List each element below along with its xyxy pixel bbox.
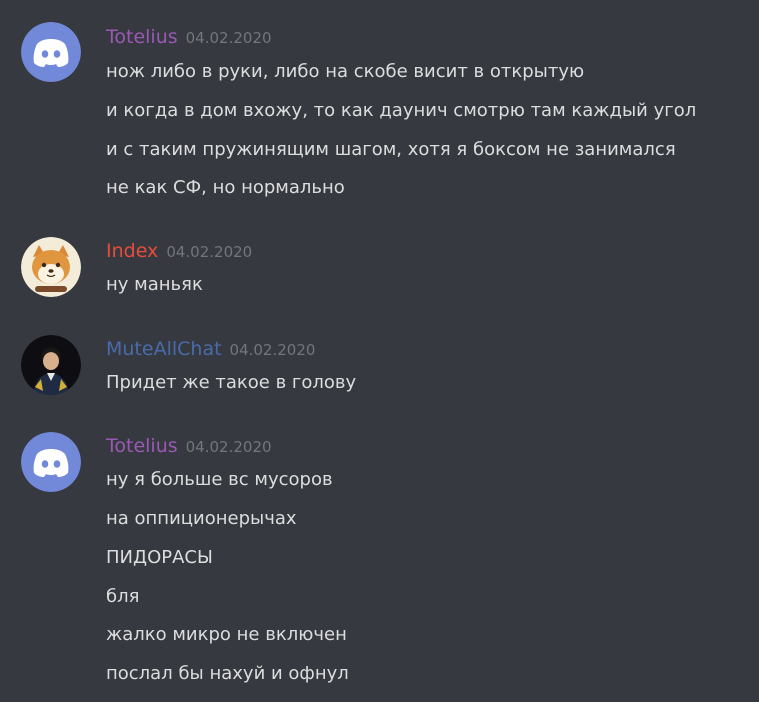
message-header: Totelius 04.02.2020 [106,435,272,461]
timestamp: 04.02.2020 [185,438,272,456]
message-header: Totelius 04.02.2020 [106,26,272,52]
message-text: и с таким пружинящим шагом, хотя я боксо… [106,139,676,160]
message-text: ПИДОРАСЫ [106,547,213,568]
message-text: Придет же такое в голову [106,372,357,393]
message-text: на оппиционерычах [106,508,297,529]
timestamp: 04.02.2020 [229,341,316,359]
username[interactable]: Totelius [106,26,178,48]
message-text: бля [106,586,140,607]
message-text: ну я больше вс мусоров [106,469,333,490]
timestamp: 04.02.2020 [185,29,272,47]
message-text: ну маньяк [106,274,203,295]
person-avatar-icon[interactable] [21,335,81,395]
username[interactable]: Totelius [106,435,178,457]
discord-default-avatar-icon[interactable] [21,432,81,492]
discord-default-avatar-icon[interactable] [21,22,81,82]
username[interactable]: Index [106,240,158,262]
timestamp: 04.02.2020 [166,243,253,261]
message-header: Index 04.02.2020 [106,240,252,266]
shiba-avatar-icon[interactable] [21,237,81,297]
message-text: не как СФ, но нормально [106,177,345,198]
username[interactable]: MuteAllChat [106,338,222,360]
message-text: нож либо в руки, либо на скобе висит в о… [106,61,585,82]
message-header: MuteAllChat 04.02.2020 [106,338,315,364]
chat-message-list: Totelius 04.02.2020 нож либо в руки, либо… [0,0,759,702]
message-text: жалко микро не включен [106,624,347,645]
message-text: послал бы нахуй и офнул [106,663,349,684]
message-text: и когда в дом вхожу, то как даунич смотр… [106,100,697,121]
